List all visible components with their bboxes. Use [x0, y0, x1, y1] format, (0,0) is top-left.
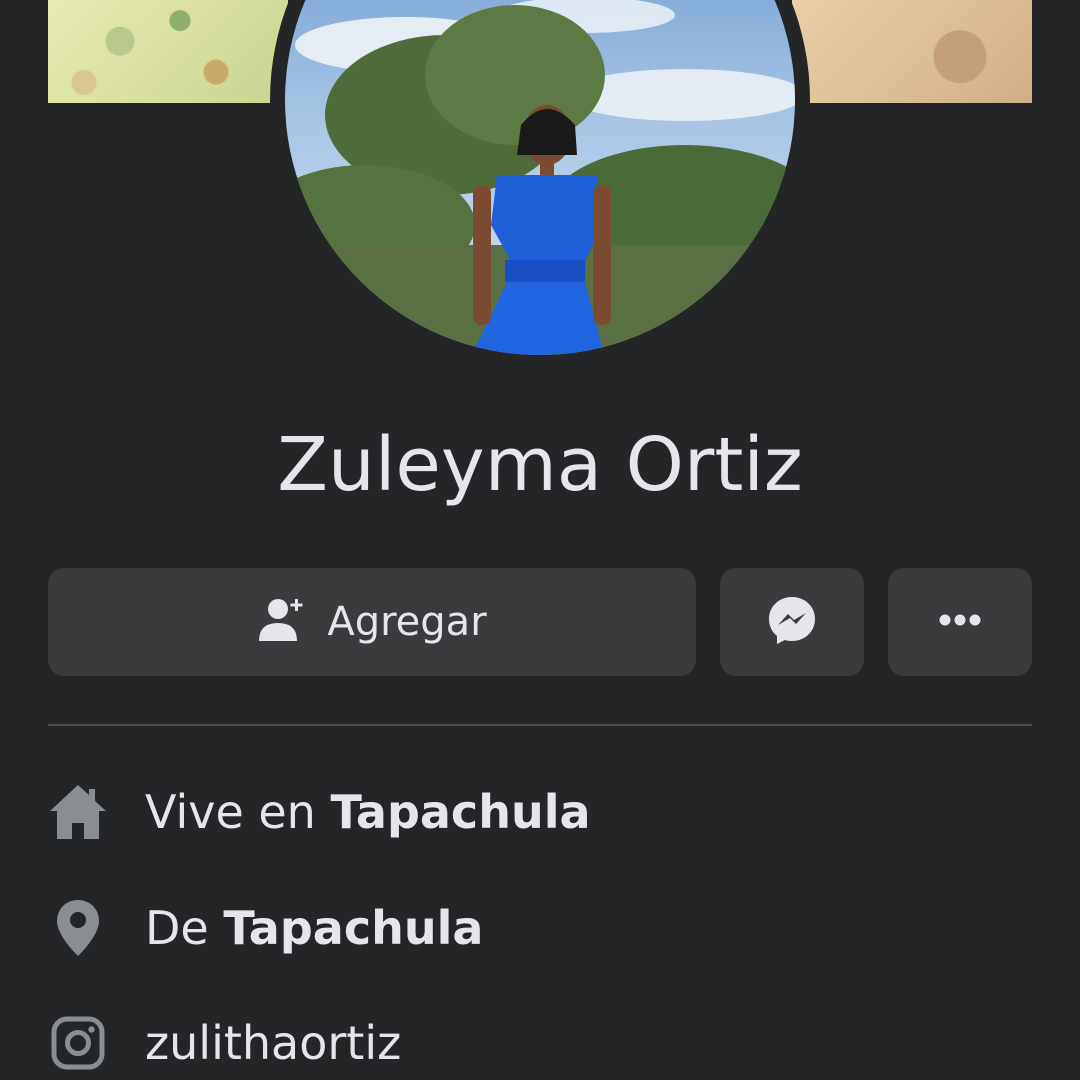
info-lives-in: Vive en Tapachula	[48, 772, 1032, 852]
add-friend-button[interactable]: Agregar	[48, 568, 696, 676]
info-instagram[interactable]: zulithaortiz	[48, 1003, 1032, 1080]
info-lives-in-value[interactable]: Tapachula	[330, 785, 590, 839]
add-friend-icon	[257, 595, 307, 650]
messenger-icon	[766, 594, 818, 651]
more-options-button[interactable]	[888, 568, 1032, 676]
profile-page: Zuleyma Ortiz Agregar Vive en Tapachula …	[0, 0, 1080, 1080]
more-dots-icon	[938, 613, 982, 632]
home-icon	[48, 782, 108, 842]
info-from-prefix: De	[145, 901, 209, 955]
info-lives-in-prefix: Vive en	[145, 785, 316, 839]
info-from: De Tapachula	[48, 888, 1032, 968]
info-instagram-handle[interactable]: zulithaortiz	[145, 1016, 401, 1070]
profile-name: Zuleyma Ortiz	[277, 422, 803, 508]
message-button[interactable]	[720, 568, 864, 676]
info-from-value[interactable]: Tapachula	[223, 901, 483, 955]
cover-photo-left	[48, 0, 288, 103]
instagram-icon	[48, 1013, 108, 1073]
section-divider	[48, 724, 1032, 726]
cover-photo-right	[792, 0, 1032, 103]
location-pin-icon	[48, 898, 108, 958]
add-friend-label: Agregar	[327, 599, 487, 645]
